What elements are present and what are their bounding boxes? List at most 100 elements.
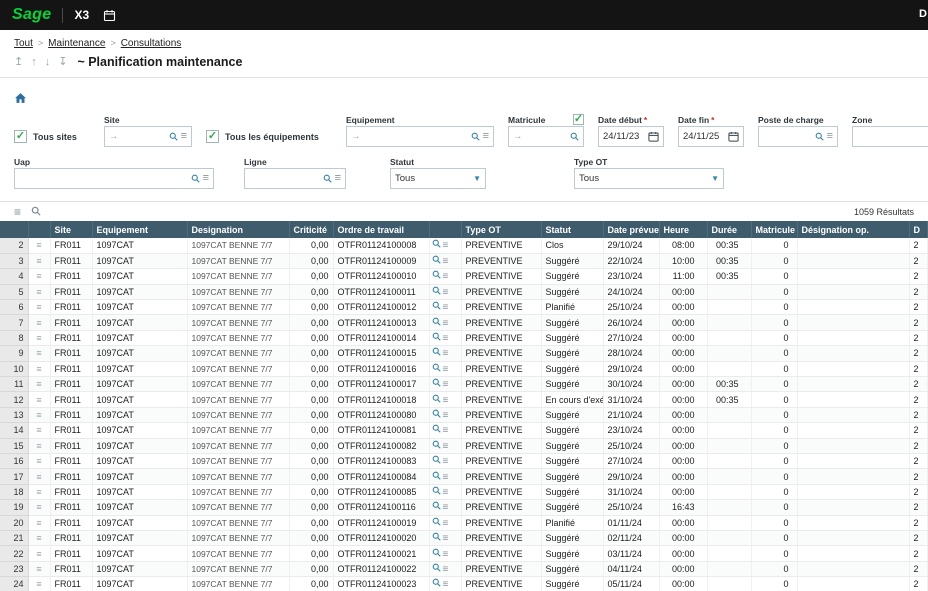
lookup-list-icon[interactable]: ≡ [483, 131, 489, 142]
detail-list-icon[interactable]: ≡ [443, 579, 449, 590]
row-menu[interactable]: ≡ [28, 500, 50, 515]
search-icon[interactable] [432, 455, 441, 464]
cell-actions[interactable]: ≡ [429, 284, 461, 299]
cell-actions[interactable]: ≡ [429, 577, 461, 591]
cell-actions[interactable]: ≡ [429, 515, 461, 530]
table-row[interactable]: 23≡FR0111097CAT1097CAT BENNE 7/70,00OTFR… [0, 561, 928, 576]
row-menu-icon[interactable]: ≡ [36, 441, 41, 451]
ligne-input[interactable] [249, 173, 323, 184]
column-header[interactable]: D [909, 221, 928, 238]
row-number[interactable]: 9 [0, 346, 28, 361]
search-icon[interactable] [432, 501, 441, 510]
cell-actions[interactable]: ≡ [429, 361, 461, 376]
row-menu-icon[interactable]: ≡ [36, 425, 41, 435]
lookup-list-icon[interactable]: ≡ [335, 173, 341, 184]
row-menu[interactable]: ≡ [28, 515, 50, 530]
search-icon[interactable] [432, 563, 441, 572]
site-input[interactable] [122, 131, 169, 142]
detail-list-icon[interactable]: ≡ [443, 533, 449, 544]
search-icon[interactable] [432, 424, 441, 433]
table-row[interactable]: 20≡FR0111097CAT1097CAT BENNE 7/70,00OTFR… [0, 515, 928, 530]
table-row[interactable]: 15≡FR0111097CAT1097CAT BENNE 7/70,00OTFR… [0, 438, 928, 453]
row-menu-icon[interactable]: ≡ [36, 348, 41, 358]
tous-equipements-checkbox[interactable]: ✓ [206, 130, 219, 143]
table-row[interactable]: 11≡FR0111097CAT1097CAT BENNE 7/70,00OTFR… [0, 377, 928, 392]
row-menu-icon[interactable]: ≡ [36, 379, 41, 389]
detail-list-icon[interactable]: ≡ [443, 502, 449, 513]
row-menu-icon[interactable]: ≡ [36, 395, 41, 405]
detail-list-icon[interactable]: ≡ [443, 333, 449, 344]
row-menu[interactable]: ≡ [28, 561, 50, 576]
search-icon[interactable] [169, 132, 178, 141]
row-menu-icon[interactable]: ≡ [36, 256, 41, 266]
row-menu[interactable]: ≡ [28, 392, 50, 407]
calendar-icon[interactable] [648, 131, 659, 142]
search-icon[interactable] [432, 532, 441, 541]
row-menu-icon[interactable]: ≡ [36, 472, 41, 482]
row-menu-icon[interactable]: ≡ [36, 502, 41, 512]
row-menu[interactable]: ≡ [28, 284, 50, 299]
row-menu[interactable]: ≡ [28, 453, 50, 468]
column-header[interactable]: Type OT [461, 221, 541, 238]
row-menu-icon[interactable]: ≡ [36, 549, 41, 559]
column-header[interactable]: Criticité [289, 221, 333, 238]
search-icon[interactable] [323, 174, 332, 183]
search-icon[interactable] [432, 471, 441, 480]
cell-actions[interactable]: ≡ [429, 530, 461, 545]
search-icon[interactable] [432, 378, 441, 387]
detail-list-icon[interactable]: ≡ [443, 518, 449, 529]
cell-actions[interactable]: ≡ [429, 438, 461, 453]
detail-list-icon[interactable]: ≡ [443, 318, 449, 329]
column-header[interactable] [429, 221, 461, 238]
table-row[interactable]: 4≡FR0111097CAT1097CAT BENNE 7/70,00OTFR0… [0, 269, 928, 284]
search-icon[interactable] [432, 301, 441, 310]
table-row[interactable]: 21≡FR0111097CAT1097CAT BENNE 7/70,00OTFR… [0, 530, 928, 545]
row-menu-icon[interactable]: ≡ [36, 518, 41, 528]
next-record-icon[interactable]: ↓ [45, 57, 51, 68]
row-menu[interactable]: ≡ [28, 530, 50, 545]
cell-actions[interactable]: ≡ [429, 469, 461, 484]
row-number[interactable]: 15 [0, 438, 28, 453]
row-number[interactable]: 19 [0, 500, 28, 515]
table-row[interactable]: 24≡FR0111097CAT1097CAT BENNE 7/70,00OTFR… [0, 577, 928, 591]
table-row[interactable]: 22≡FR0111097CAT1097CAT BENNE 7/70,00OTFR… [0, 546, 928, 561]
search-icon[interactable] [432, 440, 441, 449]
detail-list-icon[interactable]: ≡ [443, 395, 449, 406]
row-menu[interactable]: ≡ [28, 346, 50, 361]
row-number[interactable]: 7 [0, 315, 28, 330]
row-menu[interactable]: ≡ [28, 269, 50, 284]
row-menu[interactable]: ≡ [28, 330, 50, 345]
poste-de-charge-input[interactable] [763, 131, 815, 142]
cell-actions[interactable]: ≡ [429, 407, 461, 422]
matricule-input[interactable] [526, 131, 571, 142]
table-menu-icon[interactable]: ≡ [14, 206, 21, 218]
cell-actions[interactable]: ≡ [429, 253, 461, 268]
table-row[interactable]: 14≡FR0111097CAT1097CAT BENNE 7/70,00OTFR… [0, 423, 928, 438]
row-menu[interactable]: ≡ [28, 253, 50, 268]
column-header[interactable] [28, 221, 50, 238]
search-icon[interactable] [432, 409, 441, 418]
detail-list-icon[interactable]: ≡ [443, 302, 449, 313]
search-icon[interactable] [432, 239, 441, 248]
row-menu[interactable]: ≡ [28, 361, 50, 376]
detail-list-icon[interactable]: ≡ [443, 364, 449, 375]
column-header[interactable]: Statut [541, 221, 603, 238]
table-search-icon[interactable] [31, 206, 41, 218]
topbar-right-text[interactable]: D [919, 8, 927, 20]
row-menu-icon[interactable]: ≡ [36, 456, 41, 466]
search-icon[interactable] [432, 317, 441, 326]
table-row[interactable]: 5≡FR0111097CAT1097CAT BENNE 7/70,00OTFR0… [0, 284, 928, 299]
breadcrumb-link[interactable]: Maintenance [48, 38, 105, 49]
calendar-icon[interactable] [728, 131, 739, 142]
search-icon[interactable] [432, 270, 441, 279]
detail-list-icon[interactable]: ≡ [443, 271, 449, 282]
row-number[interactable]: 18 [0, 484, 28, 499]
search-icon[interactable] [432, 578, 441, 587]
last-record-icon[interactable]: ↧ [58, 57, 67, 68]
row-number[interactable]: 22 [0, 546, 28, 561]
row-number[interactable]: 2 [0, 238, 28, 253]
column-header[interactable]: Désignation op. [797, 221, 909, 238]
home-icon[interactable] [14, 91, 27, 108]
row-menu[interactable]: ≡ [28, 577, 50, 591]
search-icon[interactable] [570, 132, 579, 141]
